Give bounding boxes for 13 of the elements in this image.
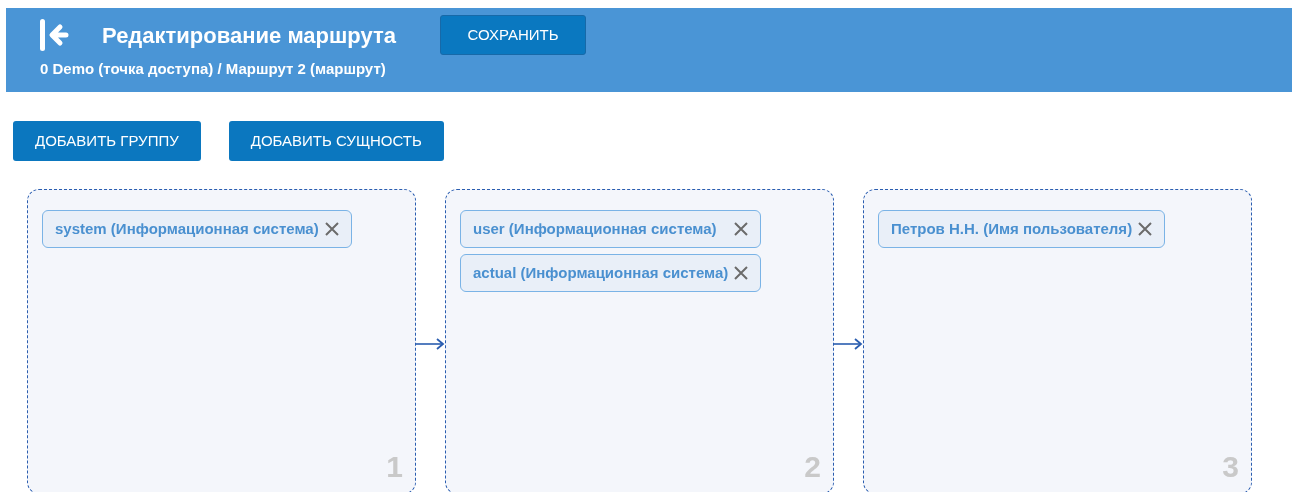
save-button[interactable]: СОХРАНИТЬ — [440, 15, 587, 55]
close-icon[interactable] — [322, 220, 341, 238]
close-icon[interactable] — [732, 220, 751, 238]
entity-label: user (Информационная система) — [473, 218, 717, 239]
page-title: Редактирование маршрута — [102, 21, 397, 50]
entity-label: system (Информационная система) — [55, 218, 319, 239]
breadcrumb: 0 Demo (точка доступа) / Маршрут 2 (маршрут) — [40, 59, 387, 79]
close-icon[interactable] — [1136, 220, 1155, 238]
entity-label: Петров Н.Н. (Имя пользователя) — [891, 218, 1133, 239]
close-icon[interactable] — [732, 264, 751, 282]
entity-label: actual (Информационная система) — [473, 262, 729, 283]
toolbar-button[interactable]: ДОБАВИТЬ СУЩНОСТЬ — [228, 121, 444, 161]
toolbar-button[interactable]: ДОБАВИТЬ ГРУППУ — [13, 121, 201, 161]
